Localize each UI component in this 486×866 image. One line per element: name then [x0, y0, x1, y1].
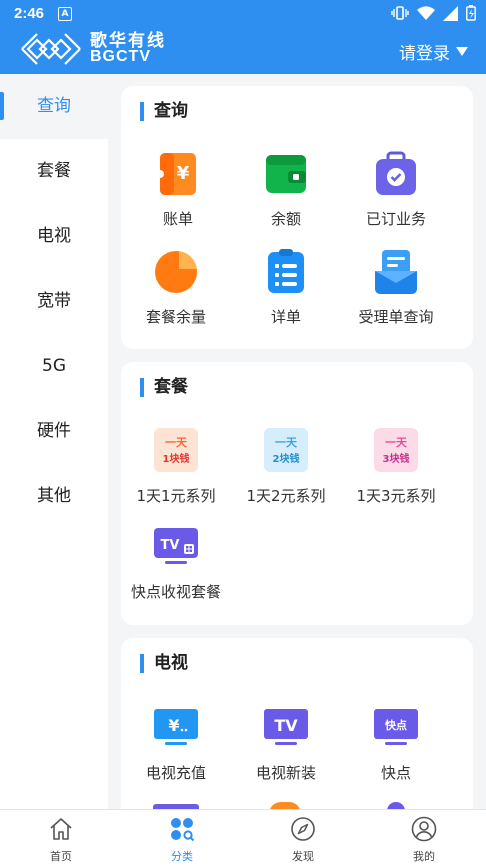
nav-discover[interactable]: 发现	[263, 816, 343, 864]
package-item-tv-package[interactable]: TV 快点收视套餐	[121, 522, 231, 602]
bottom-navigation: 首页 分类 发现 我的	[0, 809, 486, 866]
nav-home[interactable]: 首页	[21, 816, 101, 864]
vibrate-icon	[391, 6, 409, 20]
query-item-label: 受理单查询	[358, 308, 434, 326]
badge-top-text: 快点	[384, 718, 407, 732]
svg-text:¥: ¥	[177, 163, 190, 184]
status-bar: 2:46 A	[0, 0, 486, 27]
query-section: 查询 ¥ 账单 余额 已订业务 套餐余量 详单 受理单查询	[121, 86, 473, 349]
package-item-two-yuan[interactable]: 一天 2块钱 1天2元系列	[231, 426, 341, 506]
bgctv-logo: 歌华有线 BGCTV	[18, 31, 166, 67]
category-icon	[171, 818, 195, 842]
badge-top-text: 一天	[385, 436, 408, 449]
badge-bottom-text: 2块钱	[273, 452, 300, 465]
package-item-label: 1天2元系列	[246, 487, 326, 505]
login-button[interactable]: 请登录	[399, 39, 468, 64]
tv-item-label: 电视新装	[255, 764, 316, 782]
badge-top-text: 一天	[165, 436, 188, 449]
query-item-label: 账单	[162, 210, 193, 228]
query-item-label: 套餐余量	[145, 308, 206, 326]
nav-category[interactable]: 分类	[142, 816, 222, 864]
sidebar-item-query[interactable]: 查询	[0, 74, 108, 139]
badge-bottom-text: 3块钱	[383, 452, 410, 465]
section-title: 电视	[140, 654, 188, 673]
order-tray-icon	[375, 250, 417, 294]
query-item-label: 余额	[270, 210, 301, 228]
sidebar-item-5g[interactable]: 5G	[0, 334, 108, 399]
package-section: 套餐 一天 1块钱 1天1元系列 一天 2块钱 1天2元系列 一天 3块钱 1天…	[121, 362, 473, 625]
bill-icon: ¥	[156, 153, 196, 195]
package-item-label: 1天3元系列	[356, 487, 436, 505]
detail-list-icon	[268, 249, 304, 293]
compass-icon	[291, 817, 315, 841]
section-title: 套餐	[140, 378, 188, 397]
badge-bottom-text: 1块钱	[163, 452, 190, 465]
badge-top-text: TV	[161, 538, 180, 553]
battery-icon	[466, 5, 476, 21]
tv-item-label: 电视充值	[145, 764, 206, 782]
tv-item-label: 快点	[380, 764, 411, 782]
one-day-three-yuan-icon: 一天 3块钱	[374, 428, 418, 472]
pie-chart-icon	[155, 251, 197, 293]
package-item-one-yuan[interactable]: 一天 1块钱 1天1元系列	[121, 426, 231, 506]
query-item-bill[interactable]: ¥ 账单	[123, 149, 233, 229]
nav-home-label: 首页	[50, 850, 72, 863]
category-sidebar: 查询 套餐 电视 宽带 5G 硬件 其他	[0, 74, 108, 809]
query-item-balance[interactable]: 余额	[231, 149, 341, 229]
signal-icon	[443, 5, 458, 21]
one-day-one-yuan-icon: 一天 1块钱	[154, 428, 198, 472]
tv-item-kuaidian[interactable]: 快点 快点	[341, 703, 451, 783]
query-item-label: 详单	[270, 308, 301, 326]
nav-profile[interactable]: 我的	[384, 816, 464, 864]
tv-package-icon: TV	[154, 528, 198, 564]
tv-install-icon: TV	[264, 709, 308, 745]
subscribed-icon	[376, 151, 416, 195]
query-item-label: 已订业务	[365, 210, 426, 228]
package-item-label: 1天1元系列	[136, 487, 216, 505]
nav-category-label: 分类	[171, 850, 193, 863]
query-item-package-remaining[interactable]: 套餐余量	[121, 247, 231, 327]
tv-recharge-icon: ¥	[154, 709, 198, 745]
section-title: 查询	[140, 102, 188, 121]
badge-top-text: TV	[274, 716, 298, 735]
package-item-label: 快点收视套餐	[130, 583, 221, 601]
bgctv-logo-icon	[21, 33, 81, 65]
sidebar-item-package[interactable]: 套餐	[0, 139, 108, 204]
package-item-three-yuan[interactable]: 一天 3块钱 1天3元系列	[341, 426, 451, 506]
tv-section: 电视 ¥ 电视充值 TV 电视新装 快点 快点	[121, 638, 473, 838]
query-item-order-query[interactable]: 受理单查询	[341, 247, 451, 327]
kuaidian-icon: 快点	[374, 709, 418, 745]
nav-profile-label: 我的	[413, 850, 435, 863]
tv-item-install[interactable]: TV 电视新装	[231, 703, 341, 783]
wifi-icon	[417, 5, 435, 20]
login-label: 请登录	[399, 44, 450, 64]
tv-item-recharge[interactable]: ¥ 电视充值	[121, 703, 231, 783]
sidebar-item-hardware[interactable]: 硬件	[0, 399, 108, 464]
badge-top-text: 一天	[275, 436, 298, 449]
status-time: 2:46	[14, 5, 45, 22]
sidebar-item-broadband[interactable]: 宽带	[0, 269, 108, 334]
nav-discover-label: 发现	[292, 850, 314, 863]
app-bar: 歌华有线 BGCTV 请登录	[0, 27, 486, 74]
one-day-two-yuan-icon: 一天 2块钱	[264, 428, 308, 472]
profile-icon	[411, 816, 437, 842]
wallet-icon	[266, 155, 306, 193]
sidebar-item-tv[interactable]: 电视	[0, 204, 108, 269]
caret-down-icon	[456, 47, 468, 56]
sidebar-item-other[interactable]: 其他	[0, 464, 108, 529]
query-item-subscribed[interactable]: 已订业务	[341, 149, 451, 229]
home-icon	[50, 818, 72, 840]
badge-top-text: ¥	[168, 716, 179, 735]
status-icons	[391, 5, 476, 21]
query-item-detail[interactable]: 详单	[231, 247, 341, 327]
logo-chinese-text: 歌华有线	[90, 31, 166, 51]
notification-icon: A	[58, 7, 72, 21]
logo-english-text: BGCTV	[90, 48, 151, 65]
